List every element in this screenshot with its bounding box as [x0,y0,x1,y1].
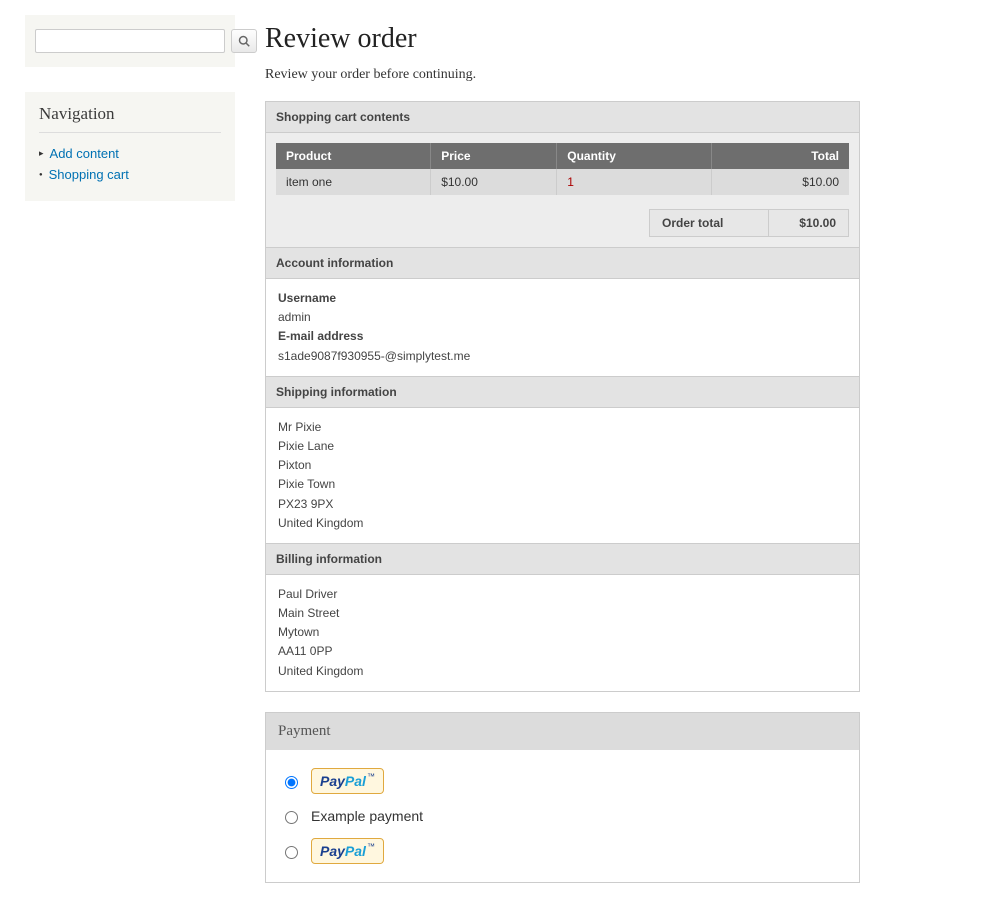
payment-radio[interactable] [285,811,298,824]
col-header-total: Total [711,143,849,169]
billing-line: AA11 0PP [278,642,847,661]
order-total-value: $10.00 [769,209,849,237]
shipping-address: Mr Pixie Pixie Lane Pixton Pixie Town PX… [266,408,859,543]
billing-address: Paul Driver Main Street Mytown AA11 0PP … [266,575,859,691]
search-input[interactable] [35,29,225,53]
username-label: Username [278,289,847,308]
triangle-icon: ▸ [39,148,44,159]
payment-option-label: Example payment [311,808,423,824]
cart-section-header: Shopping cart contents [266,102,859,133]
shipping-section-header: Shipping information [266,377,859,408]
username-value: admin [278,308,847,327]
page-title: Review order [265,23,860,55]
account-section: Account information Username admin E-mai… [265,247,860,377]
shipping-line: Pixie Town [278,475,847,494]
cell-product: item one [276,169,431,195]
navigation-block: Navigation ▸ Add content ● Shopping cart [25,92,235,201]
cart-table: Product Price Quantity Total item one $1… [276,143,849,195]
order-total-label: Order total [649,209,769,237]
payment-radio[interactable] [285,776,298,789]
payment-section-header: Payment [266,713,859,750]
search-block [25,15,235,67]
billing-line: United Kingdom [278,662,847,681]
cell-price: $10.00 [431,169,557,195]
cell-total: $10.00 [711,169,849,195]
col-header-product: Product [276,143,431,169]
nav-item-shopping-cart[interactable]: ● Shopping cart [39,164,221,185]
billing-line: Mytown [278,623,847,642]
col-header-quantity: Quantity [557,143,712,169]
table-row: item one $10.00 1 $10.00 [276,169,849,195]
shipping-section: Shipping information Mr Pixie Pixie Lane… [265,376,860,544]
cart-section: Shopping cart contents Product Price Qua… [265,101,860,248]
billing-section: Billing information Paul Driver Main Str… [265,543,860,692]
payment-section: Payment PayPal™ Example payment PayPal™ [265,712,860,883]
navigation-list: ▸ Add content ● Shopping cart [39,143,221,185]
shipping-line: Mr Pixie [278,418,847,437]
billing-section-header: Billing information [266,544,859,575]
billing-line: Main Street [278,604,847,623]
paypal-icon: PayPal™ [311,768,384,794]
nav-link-add-content[interactable]: Add content [50,146,119,161]
nav-item-add-content[interactable]: ▸ Add content [39,143,221,164]
search-button[interactable] [231,29,257,53]
email-value: s1ade9087f930955-@simplytest.me [278,347,847,366]
payment-option-example[interactable]: Example payment [280,808,845,824]
payment-radio[interactable] [285,846,298,859]
email-label: E-mail address [278,327,847,346]
payment-option-paypal-1[interactable]: PayPal™ [280,768,845,794]
shipping-line: PX23 9PX [278,495,847,514]
nav-link-shopping-cart[interactable]: Shopping cart [49,167,129,182]
search-icon [238,35,250,47]
order-total-row: Order total $10.00 [276,209,849,237]
account-section-header: Account information [266,248,859,279]
billing-line: Paul Driver [278,585,847,604]
paypal-icon: PayPal™ [311,838,384,864]
cell-quantity: 1 [557,169,712,195]
payment-option-paypal-2[interactable]: PayPal™ [280,838,845,864]
page-subtitle: Review your order before continuing. [265,67,860,83]
col-header-price: Price [431,143,557,169]
shipping-line: United Kingdom [278,514,847,533]
shipping-line: Pixton [278,456,847,475]
bullet-icon: ● [39,172,43,178]
navigation-title: Navigation [39,104,221,133]
shipping-line: Pixie Lane [278,437,847,456]
